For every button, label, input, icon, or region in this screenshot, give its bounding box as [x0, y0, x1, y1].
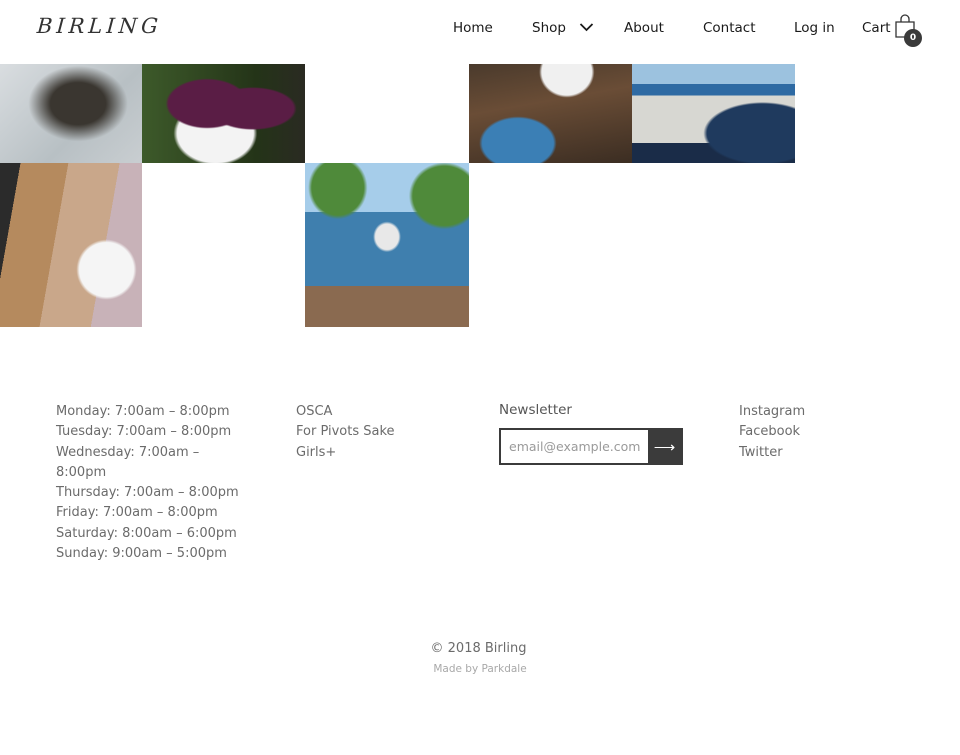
newsletter-submit-button[interactable]: ⟶: [648, 430, 681, 463]
footer-link-girls-plus[interactable]: Girls+: [296, 443, 395, 463]
footer-links: OSCA For Pivots Sake Girls+: [296, 402, 395, 463]
newsletter-form: ⟶: [499, 428, 683, 465]
gallery-image[interactable]: [142, 64, 305, 163]
hours-friday: Friday: 7:00am – 8:00pm: [56, 505, 218, 521]
hours-sunday: Sunday: 9:00am – 5:00pm: [56, 546, 227, 562]
social-link-instagram[interactable]: Instagram: [739, 402, 805, 422]
hours-tuesday: Tuesday: 7:00am – 8:00pm: [56, 424, 232, 440]
nav-home[interactable]: Home: [453, 20, 493, 36]
copyright: © 2018 Birling: [430, 641, 527, 656]
footer-link-osca[interactable]: OSCA: [296, 402, 395, 422]
nav-contact[interactable]: Contact: [703, 20, 756, 36]
site-header: BIRLING Home Shop About Contact Log in C…: [0, 0, 960, 64]
made-by-link[interactable]: Made by Parkdale: [0, 663, 960, 675]
cart-count-badge: 0: [904, 29, 922, 47]
newsletter-title: Newsletter: [499, 402, 572, 418]
gallery-image[interactable]: [305, 163, 469, 327]
hours-wednesday: Wednesday: 7:00am – 8:00pm: [56, 444, 200, 480]
store-hours: Monday: 7:00am – 8:00pm Tuesday: 7:00am …: [56, 402, 246, 564]
social-links: Instagram Facebook Twitter: [739, 402, 805, 463]
nav-about[interactable]: About: [624, 20, 664, 36]
gallery-image[interactable]: [0, 64, 142, 163]
chevron-down-icon[interactable]: [579, 22, 594, 32]
hours-monday: Monday: 7:00am – 8:00pm: [56, 404, 230, 419]
gallery-image[interactable]: [469, 64, 632, 163]
footer-link-for-pivots-sake[interactable]: For Pivots Sake: [296, 422, 395, 442]
arrow-right-icon: ⟶: [653, 438, 676, 456]
social-link-facebook[interactable]: Facebook: [739, 422, 805, 442]
site-logo[interactable]: BIRLING: [36, 14, 163, 38]
newsletter-email-input[interactable]: [501, 430, 648, 463]
social-link-twitter[interactable]: Twitter: [739, 443, 805, 463]
nav-login[interactable]: Log in: [794, 20, 835, 36]
hours-thursday: Thursday: 7:00am – 8:00pm: [56, 485, 239, 501]
nav-shop[interactable]: Shop: [532, 20, 566, 36]
gallery-image[interactable]: [632, 64, 795, 163]
hours-saturday: Saturday: 8:00am – 6:00pm: [56, 525, 237, 541]
nav-cart[interactable]: Cart: [862, 20, 891, 36]
gallery-image[interactable]: [0, 163, 142, 327]
